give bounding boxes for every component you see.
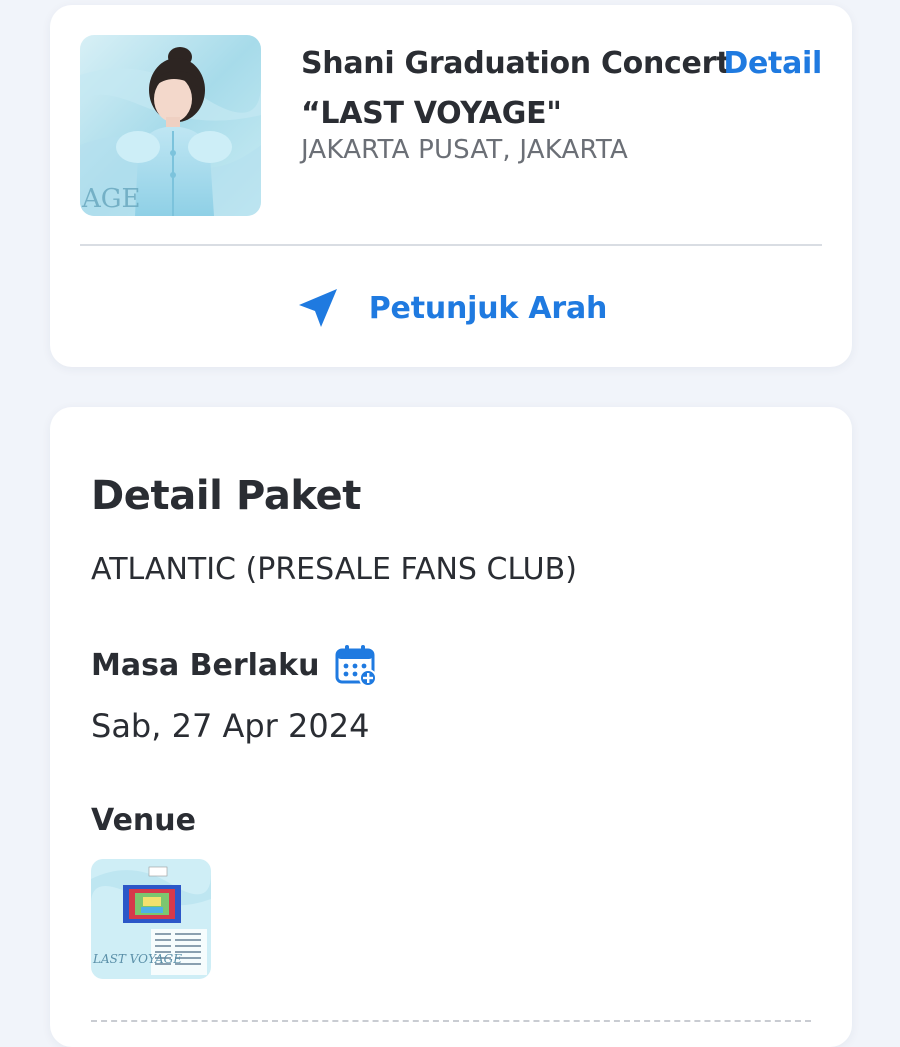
directions-button[interactable]: Petunjuk Arah xyxy=(50,285,852,331)
detail-link[interactable]: Detail xyxy=(723,39,822,89)
event-title: Shani Graduation Concert “LAST VOYAGE" xyxy=(301,39,731,139)
section-title: Detail Paket xyxy=(91,473,362,519)
validity-label: Masa Berlaku xyxy=(91,647,320,683)
package-name: ATLANTIC (PRESALE FANS CLUB) xyxy=(91,552,577,587)
event-location: JAKARTA PUSAT, JAKARTA xyxy=(301,135,628,165)
event-title-line1: Shani Graduation Concert xyxy=(301,46,731,81)
divider xyxy=(80,244,822,246)
poster-text: AGE xyxy=(81,184,141,214)
dashed-divider xyxy=(91,1020,811,1022)
directions-label: Petunjuk Arah xyxy=(368,290,608,326)
calendar-add-icon[interactable] xyxy=(334,643,378,687)
event-poster-image[interactable]: AGE xyxy=(80,35,261,216)
validity-heading: Masa Berlaku xyxy=(91,643,378,687)
venue-map-text: LAST VOYAGE xyxy=(92,952,182,966)
event-title-line2: “LAST VOYAGE" xyxy=(301,96,562,131)
venue-label: Venue xyxy=(91,803,196,838)
navigation-arrow-icon xyxy=(298,289,337,327)
validity-date: Sab, 27 Apr 2024 xyxy=(91,707,370,745)
venue-map-image[interactable]: LAST VOYAGE xyxy=(91,859,211,979)
package-card: Detail Paket ATLANTIC (PRESALE FANS CLUB… xyxy=(50,407,852,1047)
event-card: AGE Shani Graduation Concert “LAST VOYAG… xyxy=(50,5,852,367)
